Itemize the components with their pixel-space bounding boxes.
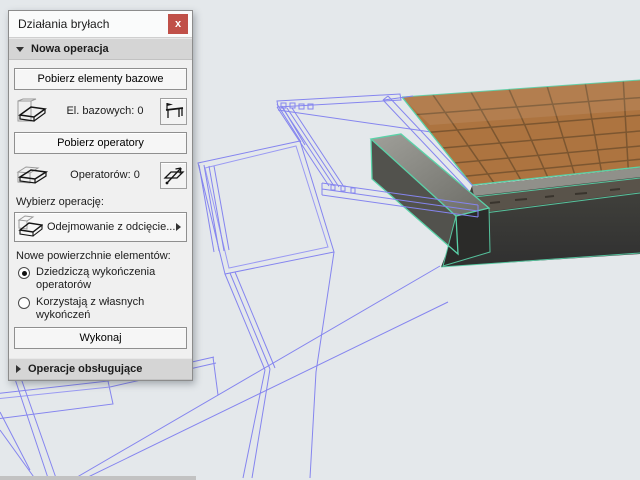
radio-selected-icon[interactable] <box>18 267 30 279</box>
operators-row: Operatorów: 0 <box>14 160 187 190</box>
section-label: Operacje obsługujące <box>28 363 142 375</box>
new-surfaces-label: Nowe powierzchnie elementów: <box>16 250 185 262</box>
operators-icon <box>14 162 50 188</box>
surface-option-inherit[interactable]: Dziedziczą wykończenia operatorów <box>18 266 187 292</box>
close-button[interactable]: x <box>168 14 188 34</box>
collapse-icon <box>16 47 24 52</box>
section-header-supporting-operations[interactable]: Operacje obsługujące <box>9 358 192 380</box>
pick-operators-button[interactable] <box>160 162 187 189</box>
base-elements-row: El. bazowych: 0 <box>14 96 187 126</box>
section-label: Nowa operacja <box>31 43 109 55</box>
app-window: Działania bryłach x Nowa operacja Pobier… <box>0 0 640 480</box>
status-bar-fragment <box>0 476 196 480</box>
section-header-new-operation[interactable]: Nowa operacja <box>9 38 192 60</box>
surface-option-own[interactable]: Korzystają z własnych wykończeń <box>18 296 187 322</box>
operation-select[interactable]: Odejmowanie z odcięcie... <box>14 212 187 242</box>
execute-button[interactable]: Wykonaj <box>14 327 187 349</box>
solid-operations-palette: Działania bryłach x Nowa operacja Pobier… <box>8 10 193 381</box>
plane-arrow-icon <box>163 164 185 186</box>
get-base-elements-button[interactable]: Pobierz elementy bazowe <box>14 68 187 90</box>
base-elements-icon <box>14 98 50 124</box>
radio-unselected-icon[interactable] <box>18 297 30 309</box>
table-flag-icon <box>163 100 185 122</box>
palette-titlebar[interactable]: Działania bryłach x <box>9 11 192 38</box>
subtract-operation-icon <box>17 214 47 241</box>
palette-title: Działania bryłach <box>18 17 168 31</box>
surface-option-inherit-label: Dziedziczą wykończenia operatorów <box>36 266 187 292</box>
pick-base-elements-button[interactable] <box>160 98 187 125</box>
base-elements-count: El. bazowych: 0 <box>50 105 160 117</box>
operators-count: Operatorów: 0 <box>50 169 160 181</box>
dropdown-arrow-icon <box>176 223 181 231</box>
choose-operation-label: Wybierz operację: <box>16 196 185 208</box>
surface-option-own-label: Korzystają z własnych wykończeń <box>36 296 187 322</box>
palette-content: Pobierz elementy bazowe El. bazowych: 0 <box>9 60 192 358</box>
operation-select-value: Odejmowanie z odcięcie... <box>47 221 176 233</box>
get-operators-button[interactable]: Pobierz operatory <box>14 132 187 154</box>
expand-icon <box>16 365 21 373</box>
